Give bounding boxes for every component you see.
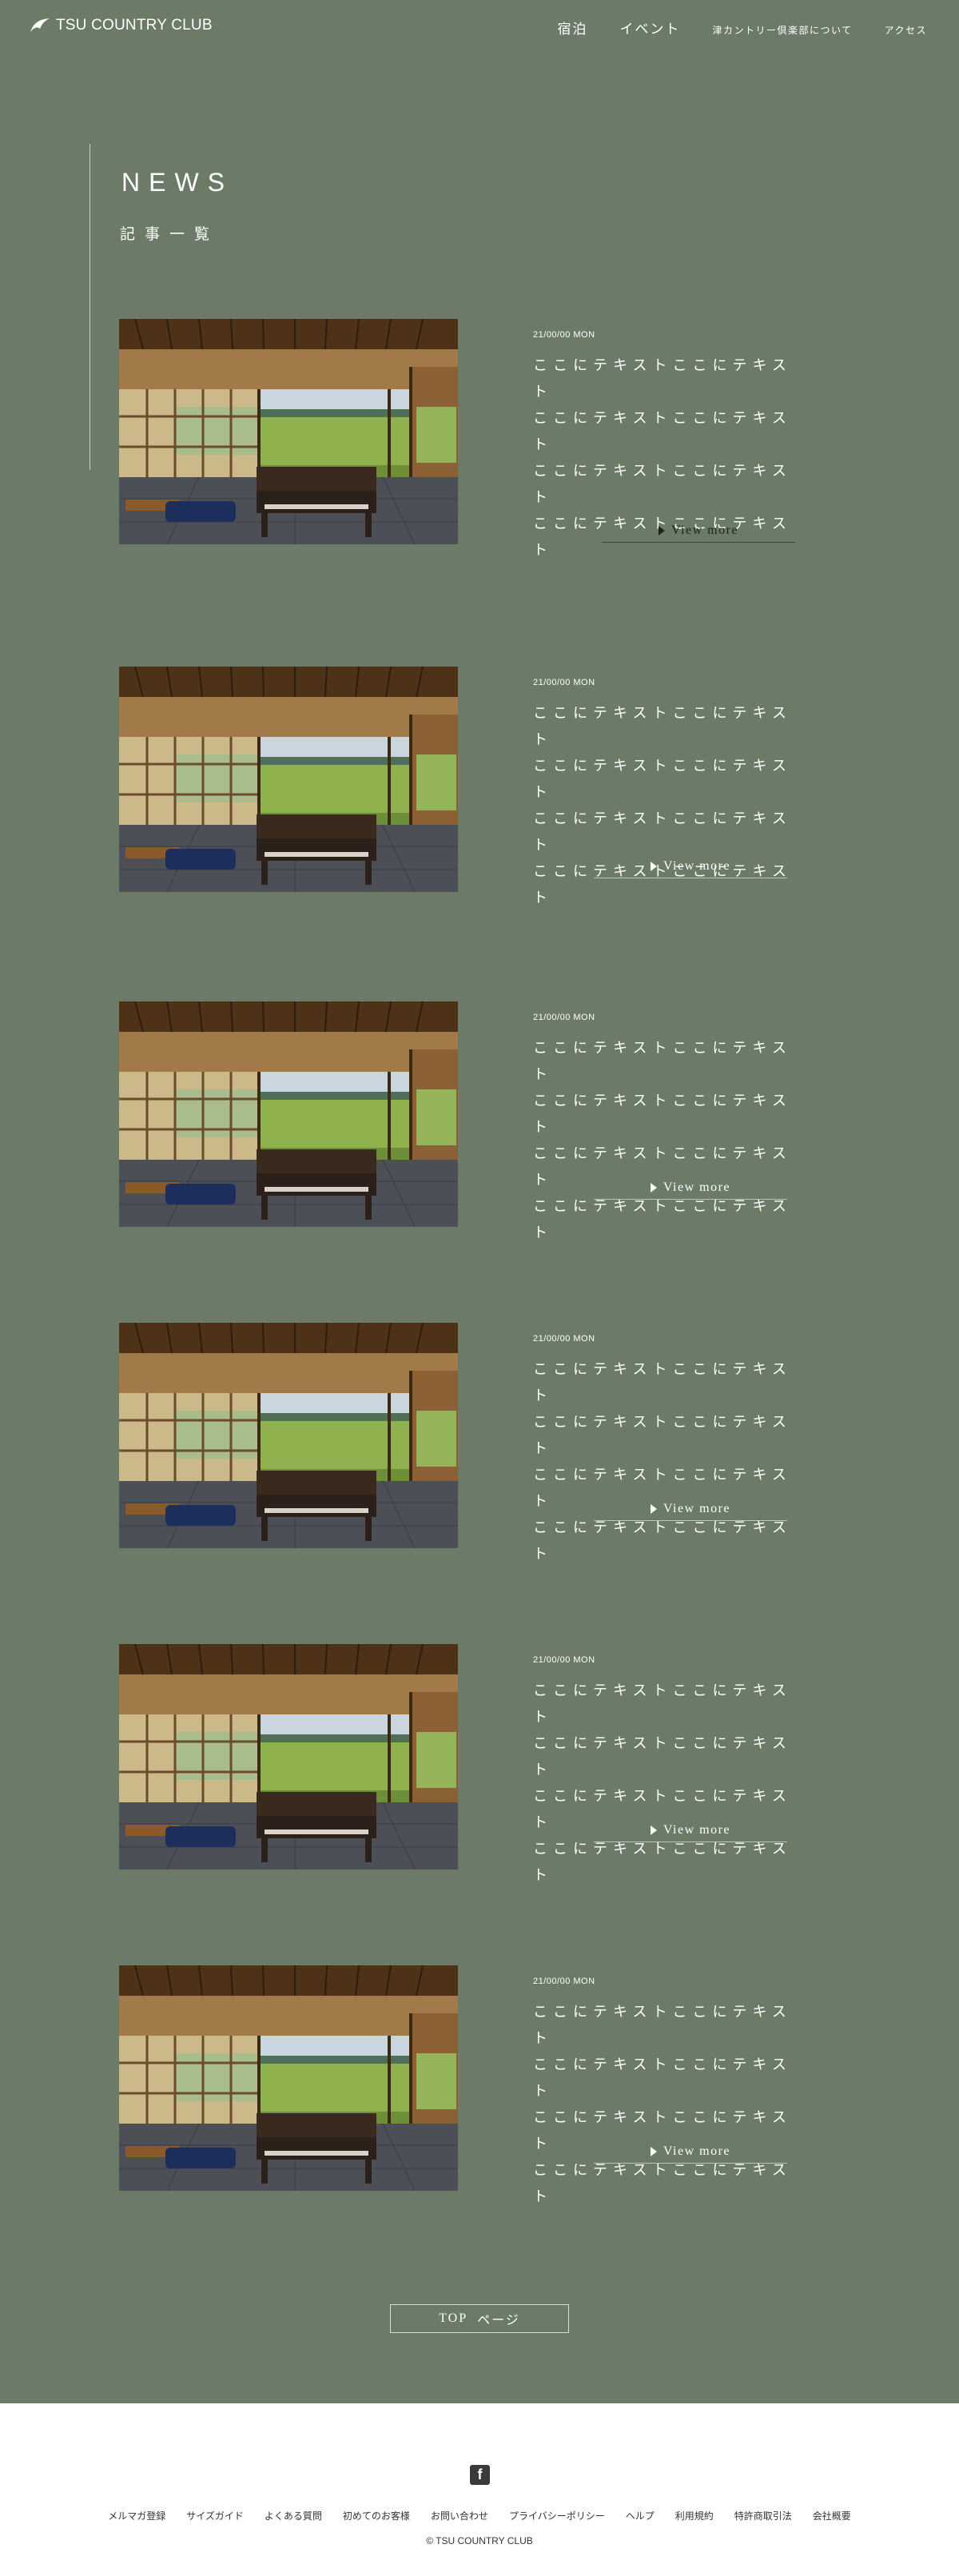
top-button-label: TOP [439, 2311, 468, 2325]
news-thumbnail[interactable] [119, 1323, 458, 1548]
news-thumbnail[interactable] [119, 1644, 458, 1869]
page-title: NEWS [121, 168, 233, 197]
nav-item-stay[interactable]: 宿泊 [557, 18, 587, 38]
news-item: 21/00/00 MON ここにテキストここにテキスト ここにテキストここにテキ… [119, 1001, 838, 1240]
view-more-link[interactable]: View more [594, 1498, 787, 1521]
footer-nav: メルマガ登録 サイズガイド よくある質問 初めてのお客様 お問い合わせ プライバ… [0, 2509, 959, 2522]
footer-link-first-time[interactable]: 初めてのお客様 [343, 2509, 410, 2522]
news-excerpt-line: ここにテキストここにテキスト [533, 1093, 792, 1135]
news-date: 21/00/00 MON [533, 678, 595, 687]
back-to-top-button[interactable]: TOP ページ [390, 2304, 569, 2333]
news-date: 21/00/00 MON [533, 1334, 595, 1344]
view-more-label: View more [663, 859, 731, 873]
footer-link-terms[interactable]: 利用規約 [675, 2509, 714, 2522]
play-triangle-icon [650, 1504, 657, 1514]
footer-link-newsletter[interactable]: メルマガ登録 [108, 2509, 165, 2522]
footer-link-company[interactable]: 会社概要 [813, 2509, 851, 2522]
news-excerpt-line: ここにテキストここにテキスト [533, 1735, 792, 1778]
news-excerpt-line: ここにテキストここにテキスト [533, 1414, 792, 1456]
news-excerpt: ここにテキストここにテキスト ここにテキストここにテキスト ここにテキストここに… [533, 1678, 805, 1889]
news-excerpt: ここにテキストここにテキスト ここにテキストここにテキスト ここにテキストここに… [533, 1035, 805, 1246]
news-date: 21/00/00 MON [533, 1977, 595, 1986]
news-date: 21/00/00 MON [533, 330, 595, 340]
news-thumbnail[interactable] [119, 319, 458, 544]
news-excerpt-line: ここにテキストここにテキスト [533, 1682, 792, 1725]
news-excerpt-line: ここにテキストここにテキスト [533, 2004, 792, 2046]
news-excerpt-line: ここにテキストここにテキスト [533, 410, 792, 452]
nav-item-access[interactable]: アクセス [885, 23, 927, 37]
footer-link-faq[interactable]: よくある質問 [265, 2509, 322, 2522]
footer-link-contact[interactable]: お問い合わせ [431, 2509, 488, 2522]
view-more-link[interactable]: View more [594, 1177, 787, 1200]
news-date: 21/00/00 MON [533, 1655, 595, 1665]
view-more-label: View more [663, 1502, 731, 1515]
play-triangle-icon [650, 862, 657, 871]
top-button-suffix: ページ [477, 2314, 520, 2327]
news-item: 21/00/00 MON ここにテキストここにテキスト ここにテキストここにテキ… [119, 1323, 838, 1562]
logo-text: TSU COUNTRY CLUB [56, 17, 213, 34]
news-excerpt-line: ここにテキストここにテキスト [533, 1361, 792, 1403]
view-more-link[interactable]: View more [594, 855, 787, 878]
news-item: 21/00/00 MON ここにテキストここにテキスト ここにテキストここにテキ… [119, 667, 838, 906]
footer-link-size-guide[interactable]: サイズガイド [186, 2509, 244, 2522]
view-more-label: View more [663, 1181, 731, 1194]
view-more-link[interactable]: View more [602, 520, 795, 543]
site-footer: f メルマガ登録 サイズガイド よくある質問 初めてのお客様 お問い合わせ プラ… [0, 2403, 959, 2576]
play-triangle-icon [650, 1183, 657, 1192]
view-more-link[interactable]: View more [594, 1819, 787, 1842]
view-more-label: View more [663, 1823, 731, 1837]
news-excerpt-line: ここにテキストここにテキスト [533, 2162, 792, 2204]
news-excerpt-line: ここにテキストここにテキスト [533, 2056, 792, 2099]
footer-link-help[interactable]: ヘルプ [626, 2509, 655, 2522]
facebook-icon[interactable]: f [470, 2465, 490, 2485]
nav-item-about[interactable]: 津カントリー倶楽部について [712, 23, 852, 37]
play-triangle-icon [650, 2147, 657, 2156]
logo-bird-icon [30, 18, 50, 32]
news-excerpt-line: ここにテキストここにテキスト [533, 1198, 792, 1240]
view-more-label: View more [663, 2144, 731, 2158]
news-thumbnail[interactable] [119, 1965, 458, 2191]
footer-link-privacy[interactable]: プライバシーポリシー [509, 2509, 605, 2522]
news-excerpt-line: ここにテキストここにテキスト [533, 1519, 792, 1562]
site-header: TSU COUNTRY CLUB 宿泊 イベント 津カントリー倶楽部について ア… [0, 0, 959, 58]
news-item: 21/00/00 MON ここにテキストここにテキスト ここにテキストここにテキ… [119, 1965, 838, 2204]
play-triangle-icon [650, 1825, 657, 1835]
news-excerpt-line: ここにテキストここにテキスト [533, 463, 792, 505]
news-thumbnail[interactable] [119, 1001, 458, 1227]
view-more-link[interactable]: View more [594, 2140, 787, 2164]
nav-item-events[interactable]: イベント [619, 18, 680, 38]
news-excerpt: ここにテキストここにテキスト ここにテキストここにテキスト ここにテキストここに… [533, 700, 805, 911]
news-date: 21/00/00 MON [533, 1013, 595, 1022]
news-thumbnail[interactable] [119, 667, 458, 892]
news-excerpt-line: ここにテキストここにテキスト [533, 705, 792, 747]
news-excerpt-line: ここにテキストここにテキスト [533, 1040, 792, 1082]
news-item: 21/00/00 MON ここにテキストここにテキスト ここにテキストここにテキ… [119, 319, 838, 558]
play-triangle-icon [658, 526, 665, 536]
news-item: 21/00/00 MON ここにテキストここにテキスト ここにテキストここにテキ… [119, 1644, 838, 1883]
site-logo[interactable]: TSU COUNTRY CLUB [29, 16, 213, 35]
news-excerpt: ここにテキストここにテキスト ここにテキストここにテキスト ここにテキストここに… [533, 1356, 805, 1567]
news-excerpt-line: ここにテキストここにテキスト [533, 758, 792, 800]
news-excerpt-line: ここにテキストここにテキスト [533, 357, 792, 400]
news-excerpt-line: ここにテキストここにテキスト [533, 810, 792, 853]
main-nav: 宿泊 イベント 津カントリー倶楽部について アクセス [557, 18, 927, 38]
page-subtitle: 記事一覧 [120, 226, 220, 243]
footer-link-commerce-law[interactable]: 特許商取引法 [734, 2509, 792, 2522]
news-excerpt: ここにテキストここにテキスト ここにテキストここにテキスト ここにテキストここに… [533, 1999, 805, 2210]
news-excerpt-line: ここにテキストここにテキスト [533, 1841, 792, 1883]
copyright: © TSU COUNTRY CLUB [426, 2535, 533, 2546]
view-more-label: View more [671, 524, 739, 537]
